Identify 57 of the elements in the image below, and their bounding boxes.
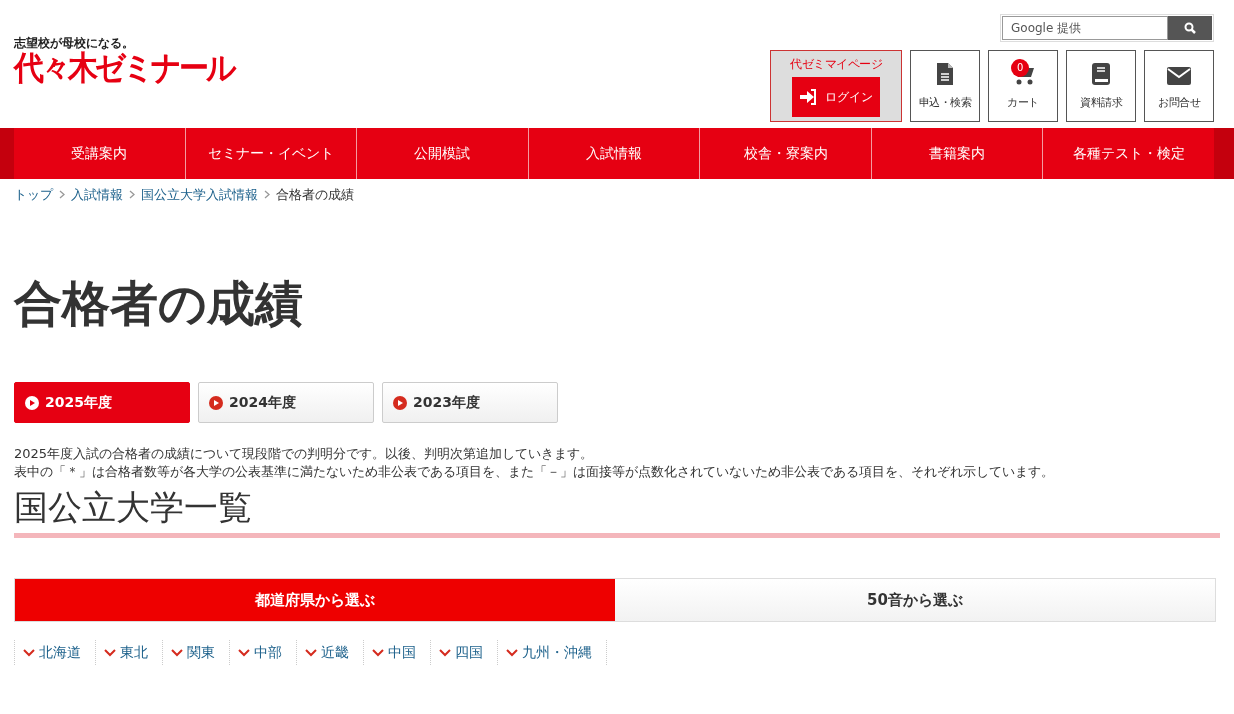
- search-field[interactable]: Google 提供: [1002, 16, 1168, 40]
- site-logo[interactable]: 代々木ゼミナール: [14, 51, 234, 85]
- note-text: 2025年度入試の合格者の成績について現段階での判明分です。以後、判明次第追加していきます。: [14, 445, 595, 464]
- region-link[interactable]: 四国: [430, 640, 497, 666]
- play-circle-icon: [25, 395, 39, 410]
- region-link[interactable]: 中部: [229, 640, 296, 666]
- note-text: 表中の「＊」は合格者数等が各大学の公表基準に満たないため非公表である項目を、また「－」は面接等が点数化されていないため非公表である項目を、それぞれ示しています。: [14, 463, 1055, 482]
- nav-link[interactable]: 校舎・寮案内: [700, 128, 872, 179]
- region-link[interactable]: 近畿: [296, 640, 363, 666]
- breadcrumb-link[interactable]: 国公立大学入試情報: [141, 185, 258, 205]
- year-tab[interactable]: 2023年度: [382, 382, 558, 424]
- year-tab[interactable]: 2024年度: [198, 382, 374, 424]
- login-icon: [799, 89, 817, 105]
- chevron-down-icon: [305, 648, 317, 657]
- nav-link[interactable]: 受講案内: [14, 128, 186, 179]
- chevron-down-icon: [171, 648, 183, 657]
- chevron-down-icon: [238, 648, 250, 657]
- chevron-down-icon: [372, 648, 384, 657]
- nav-link[interactable]: 公開模試: [357, 128, 529, 179]
- chevron-icon: [129, 190, 135, 200]
- play-circle-icon: [209, 395, 223, 410]
- region-link[interactable]: 北海道: [14, 640, 95, 666]
- section-heading: 国公立大学一覧: [14, 485, 1220, 539]
- cart-count-badge: 0: [1011, 59, 1029, 77]
- play-circle-icon: [393, 395, 407, 410]
- search-button[interactable]: [1168, 16, 1212, 40]
- breadcrumb-link[interactable]: 入試情報: [71, 185, 123, 205]
- chevron-down-icon: [439, 648, 451, 657]
- region-link[interactable]: 中国: [363, 640, 430, 666]
- year-tab[interactable]: 2025年度: [14, 382, 190, 424]
- nav-link[interactable]: セミナー・イベント: [185, 128, 358, 179]
- mail-icon: [1167, 66, 1191, 85]
- chevron-down-icon: [506, 648, 518, 657]
- nav-link[interactable]: 入試情報: [528, 128, 701, 179]
- breadcrumb-current: 合格者の成績: [276, 186, 354, 204]
- chevron-down-icon: [104, 648, 116, 657]
- toolbar-button[interactable]: お問合せ: [1144, 50, 1214, 122]
- region-link[interactable]: 東北: [95, 640, 162, 666]
- toolbar-button[interactable]: 0 カート: [988, 50, 1058, 122]
- nav-link[interactable]: 各種テスト・検定: [1043, 128, 1215, 179]
- chevron-icon: [264, 190, 270, 200]
- toolbar-button[interactable]: 申込・検索: [910, 50, 980, 122]
- chevron-down-icon: [23, 648, 35, 657]
- toolbar-button[interactable]: 資料請求: [1066, 50, 1136, 122]
- page-title: 合格者の成績: [14, 274, 304, 333]
- mypage-label: 代ゼミマイページ: [790, 56, 882, 73]
- region-link[interactable]: 九州・沖縄: [497, 640, 607, 666]
- region-link[interactable]: 関東: [162, 640, 229, 666]
- search-icon: [1184, 22, 1196, 34]
- login-button[interactable]: ログイン: [792, 77, 880, 117]
- nav-link[interactable]: 書籍案内: [871, 128, 1044, 179]
- breadcrumb-link[interactable]: トップ: [14, 185, 53, 205]
- tagline: 志望校が母校になる。: [14, 37, 135, 49]
- document-icon: [937, 62, 953, 85]
- book-icon: [1092, 62, 1110, 85]
- chevron-icon: [59, 190, 65, 200]
- selection-tab[interactable]: 都道府県から選ぶ: [15, 579, 615, 622]
